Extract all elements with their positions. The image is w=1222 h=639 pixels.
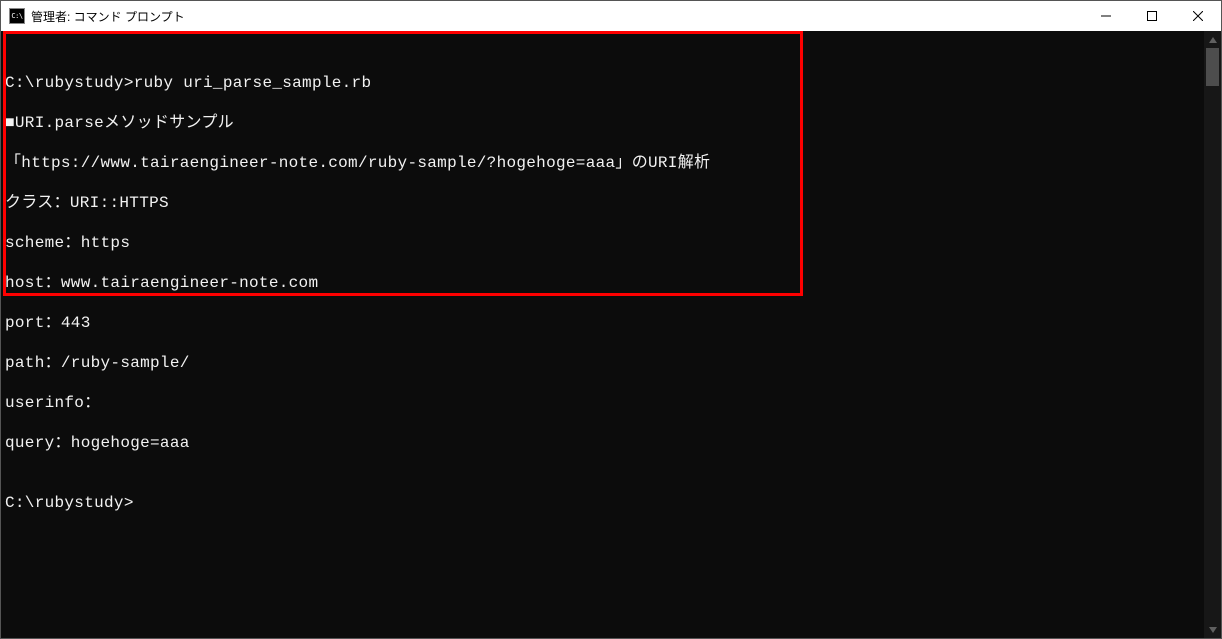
scrollbar-thumb[interactable] xyxy=(1206,48,1219,86)
window-controls xyxy=(1083,1,1221,31)
chevron-down-icon xyxy=(1209,627,1217,633)
maximize-button[interactable] xyxy=(1129,1,1175,31)
terminal-line: query：hogehoge=aaa xyxy=(5,433,1204,453)
terminal-line: 「https://www.tairaengineer-note.com/ruby… xyxy=(5,153,1204,173)
minimize-button[interactable] xyxy=(1083,1,1129,31)
app-icon: C:\ xyxy=(9,8,25,24)
terminal-line: ■URI.parseメソッドサンプル xyxy=(5,113,1204,133)
terminal-line: C:\rubystudy>ruby uri_parse_sample.rb xyxy=(5,73,1204,93)
chevron-up-icon xyxy=(1209,37,1217,43)
close-button[interactable] xyxy=(1175,1,1221,31)
close-icon xyxy=(1193,11,1203,21)
minimize-icon xyxy=(1101,11,1111,21)
title-bar[interactable]: C:\ 管理者: コマンド プロンプト xyxy=(1,1,1221,31)
vertical-scrollbar[interactable] xyxy=(1204,31,1221,638)
client-area: C:\rubystudy>ruby uri_parse_sample.rb ■U… xyxy=(1,31,1221,638)
terminal-line: userinfo： xyxy=(5,393,1204,413)
maximize-icon xyxy=(1147,11,1157,21)
terminal-output: C:\rubystudy>ruby uri_parse_sample.rb ■U… xyxy=(1,31,1204,553)
window-title: 管理者: コマンド プロンプト xyxy=(31,8,185,25)
terminal-line: クラス：URI::HTTPS xyxy=(5,193,1204,213)
command-prompt-window: C:\ 管理者: コマンド プロンプト C:\rubystudy>ruby ur… xyxy=(0,0,1222,639)
scroll-down-button[interactable] xyxy=(1204,621,1221,638)
terminal-viewport[interactable]: C:\rubystudy>ruby uri_parse_sample.rb ■U… xyxy=(1,31,1204,638)
terminal-line: C:\rubystudy> xyxy=(5,493,1204,513)
terminal-line: scheme：https xyxy=(5,233,1204,253)
scrollbar-track[interactable] xyxy=(1204,48,1221,621)
terminal-line: port：443 xyxy=(5,313,1204,333)
terminal-line: path：/ruby-sample/ xyxy=(5,353,1204,373)
scroll-up-button[interactable] xyxy=(1204,31,1221,48)
terminal-line: host：www.tairaengineer-note.com xyxy=(5,273,1204,293)
